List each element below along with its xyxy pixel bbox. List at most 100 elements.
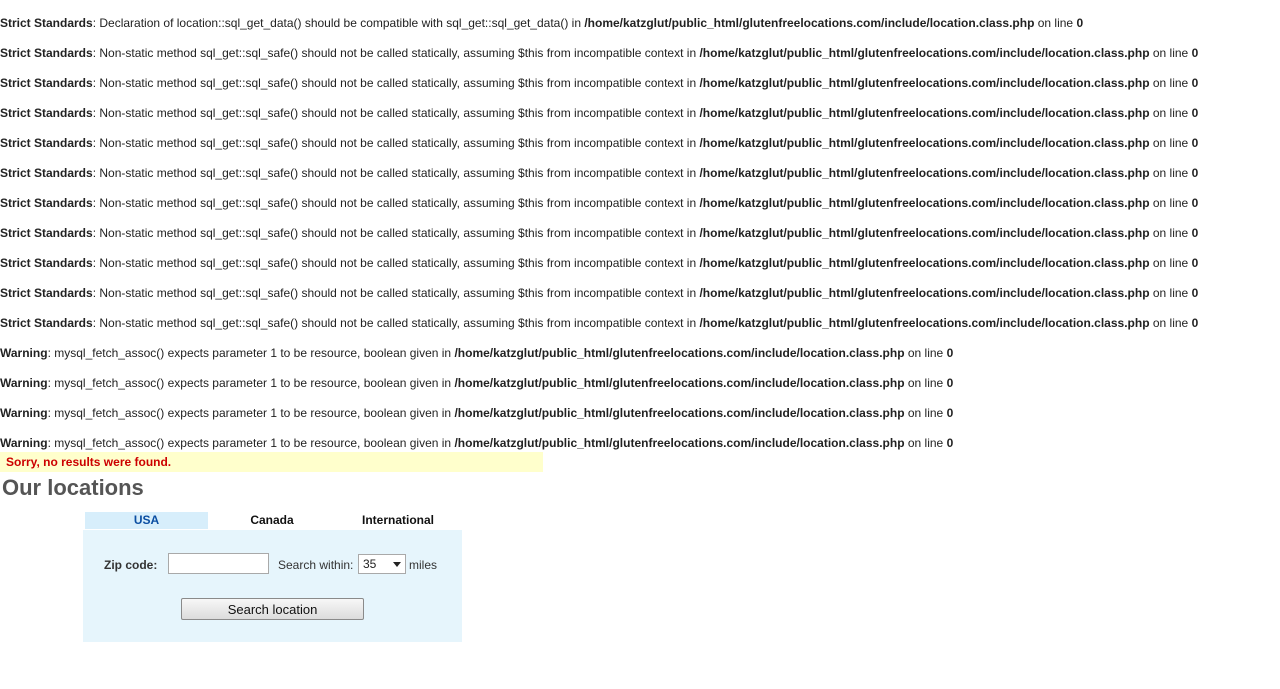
error-message: : Non-static method sql_get::sql_safe() … [92, 316, 700, 330]
error-line-suffix: on line [1149, 256, 1192, 270]
tab-canada[interactable]: Canada [210, 512, 334, 529]
error-line-suffix: on line [904, 346, 947, 360]
error-line: Strict Standards: Non-static method sql_… [0, 314, 1280, 344]
error-message: : Non-static method sql_get::sql_safe() … [92, 46, 700, 60]
radius-select[interactable]: 35 [358, 554, 406, 574]
error-line-number: 0 [1191, 76, 1199, 90]
error-line: Strict Standards: Non-static method sql_… [0, 44, 1280, 74]
error-line-suffix: on line [1149, 166, 1192, 180]
error-file-path: /home/katzglut/public_html/glutenfreeloc… [699, 46, 1150, 60]
error-file-path: /home/katzglut/public_html/glutenfreeloc… [454, 376, 905, 390]
error-level: Strict Standards [0, 286, 93, 300]
php-error-log: Strict Standards: Declaration of locatio… [0, 14, 1280, 464]
error-file-path: /home/katzglut/public_html/glutenfreeloc… [454, 406, 905, 420]
zip-code-label: Zip code: [104, 558, 158, 572]
error-level: Strict Standards [0, 196, 93, 210]
error-line: Warning: mysql_fetch_assoc() expects par… [0, 374, 1280, 404]
error-file-path: /home/katzglut/public_html/glutenfreeloc… [699, 106, 1150, 120]
error-file-path: /home/katzglut/public_html/glutenfreeloc… [699, 76, 1150, 90]
error-line-number: 0 [1191, 316, 1199, 330]
error-message: : Non-static method sql_get::sql_safe() … [92, 196, 700, 210]
error-file-path: /home/katzglut/public_html/glutenfreeloc… [699, 196, 1150, 210]
error-message: : mysql_fetch_assoc() expects parameter … [47, 406, 455, 420]
error-message: : Non-static method sql_get::sql_safe() … [92, 286, 700, 300]
error-level: Strict Standards [0, 106, 93, 120]
error-line-suffix: on line [1149, 76, 1192, 90]
error-message: : Non-static method sql_get::sql_safe() … [92, 226, 700, 240]
page-title: Our locations [2, 475, 144, 500]
error-file-path: /home/katzglut/public_html/glutenfreeloc… [699, 136, 1150, 150]
error-file-path: /home/katzglut/public_html/glutenfreeloc… [699, 256, 1150, 270]
tab-usa[interactable]: USA [85, 512, 208, 529]
error-line-number: 0 [1191, 136, 1199, 150]
error-line: Strict Standards: Non-static method sql_… [0, 104, 1280, 134]
error-line-number: 0 [946, 376, 954, 390]
error-line-number: 0 [1191, 166, 1199, 180]
error-message: : Non-static method sql_get::sql_safe() … [92, 106, 700, 120]
error-message: : Non-static method sql_get::sql_safe() … [92, 136, 700, 150]
error-line-number: 0 [946, 346, 954, 360]
error-line-number: 0 [1191, 46, 1199, 60]
error-level: Strict Standards [0, 136, 93, 150]
error-line-suffix: on line [904, 406, 947, 420]
error-level: Warning [0, 436, 48, 450]
error-line: Strict Standards: Non-static method sql_… [0, 224, 1280, 254]
error-message: : mysql_fetch_assoc() expects parameter … [47, 436, 455, 450]
error-line-suffix: on line [1034, 16, 1077, 30]
error-level: Warning [0, 376, 48, 390]
error-line: Warning: mysql_fetch_assoc() expects par… [0, 344, 1280, 374]
radius-unit-label: miles [409, 558, 438, 572]
error-message: : mysql_fetch_assoc() expects parameter … [47, 346, 455, 360]
error-line: Warning: mysql_fetch_assoc() expects par… [0, 404, 1280, 434]
error-level: Strict Standards [0, 316, 93, 330]
error-message: : Non-static method sql_get::sql_safe() … [92, 256, 700, 270]
error-level: Warning [0, 406, 48, 420]
radius-select-value: 35 [363, 557, 377, 571]
error-file-path: /home/katzglut/public_html/glutenfreeloc… [699, 316, 1150, 330]
error-line-suffix: on line [1149, 196, 1192, 210]
tab-international[interactable]: International [336, 512, 460, 529]
error-line-suffix: on line [904, 376, 947, 390]
error-line-number: 0 [1191, 196, 1199, 210]
search-location-button[interactable]: Search location [181, 598, 364, 620]
error-file-path: /home/katzglut/public_html/glutenfreeloc… [699, 286, 1150, 300]
error-line: Strict Standards: Non-static method sql_… [0, 134, 1280, 164]
error-line-suffix: on line [1149, 136, 1192, 150]
error-level: Strict Standards [0, 46, 93, 60]
error-level: Strict Standards [0, 16, 93, 30]
error-file-path: /home/katzglut/public_html/glutenfreeloc… [584, 16, 1035, 30]
error-line-number: 0 [1076, 16, 1084, 30]
error-level: Warning [0, 346, 48, 360]
error-line: Strict Standards: Non-static method sql_… [0, 254, 1280, 284]
error-level: Strict Standards [0, 76, 93, 90]
error-line-number: 0 [1191, 256, 1199, 270]
error-file-path: /home/katzglut/public_html/glutenfreeloc… [454, 346, 905, 360]
error-line-suffix: on line [1149, 226, 1192, 240]
error-message: : Non-static method sql_get::sql_safe() … [92, 76, 700, 90]
error-line-suffix: on line [1149, 46, 1192, 60]
error-message: : Declaration of location::sql_get_data(… [92, 16, 585, 30]
error-line: Strict Standards: Non-static method sql_… [0, 164, 1280, 194]
no-results-notice: Sorry, no results were found. [0, 452, 543, 472]
error-line-number: 0 [1191, 226, 1199, 240]
error-line: Strict Standards: Declaration of locatio… [0, 14, 1280, 44]
error-message: : mysql_fetch_assoc() expects parameter … [47, 376, 455, 390]
error-file-path: /home/katzglut/public_html/glutenfreeloc… [699, 166, 1150, 180]
chevron-down-icon [393, 562, 401, 567]
error-level: Strict Standards [0, 226, 93, 240]
error-line-suffix: on line [904, 436, 947, 450]
error-level: Strict Standards [0, 166, 93, 180]
error-line-suffix: on line [1149, 286, 1192, 300]
search-within-label: Search within: [278, 558, 354, 572]
zip-code-input[interactable] [168, 553, 269, 574]
error-line-suffix: on line [1149, 316, 1192, 330]
error-level: Strict Standards [0, 256, 93, 270]
error-line-number: 0 [946, 436, 954, 450]
error-line-number: 0 [1191, 286, 1199, 300]
error-line-suffix: on line [1149, 106, 1192, 120]
error-line: Strict Standards: Non-static method sql_… [0, 194, 1280, 224]
error-line: Strict Standards: Non-static method sql_… [0, 284, 1280, 314]
location-search-panel: Zip code: Search within: 35 miles Search… [83, 530, 462, 642]
error-file-path: /home/katzglut/public_html/glutenfreeloc… [699, 226, 1150, 240]
error-line-number: 0 [1191, 106, 1199, 120]
